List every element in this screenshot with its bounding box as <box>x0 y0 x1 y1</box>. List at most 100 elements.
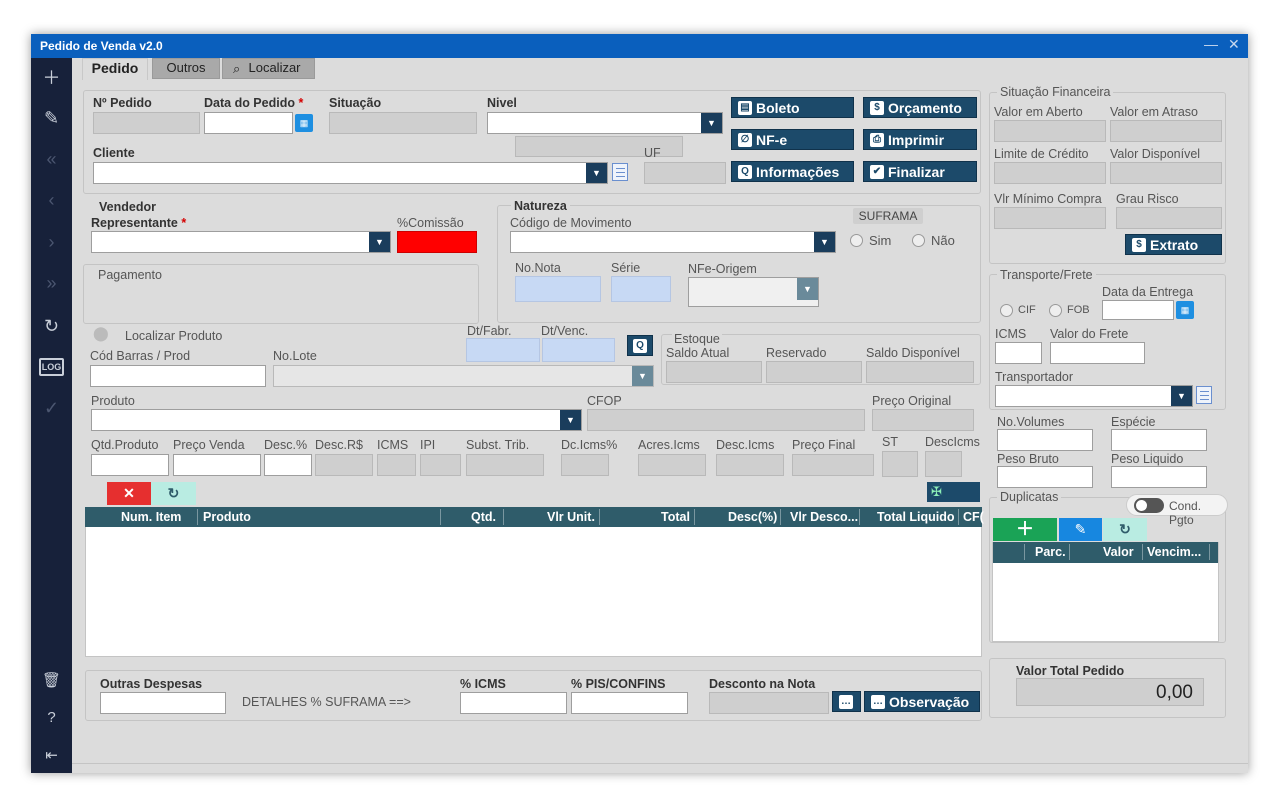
extrato-button[interactable]: $ Extrato <box>1125 234 1222 255</box>
minimize-icon[interactable]: — <box>1204 36 1218 52</box>
chevron-down-icon[interactable]: ▼ <box>369 232 390 252</box>
tab-localizar-label: Localizar <box>248 60 301 75</box>
comissao-field[interactable] <box>397 231 477 253</box>
localizar-search-icon[interactable]: ⬤ <box>93 325 109 342</box>
subst-trib-field <box>466 454 544 476</box>
cliente-select[interactable]: ▼ <box>93 162 608 184</box>
cod-barras-label: Cód Barras / Prod <box>90 349 191 363</box>
chevron-down-icon[interactable]: ▼ <box>797 278 818 300</box>
delete-item-button[interactable]: ✕ <box>107 482 151 505</box>
data-pedido-input[interactable] <box>204 112 293 134</box>
col-valor[interactable]: Valor <box>1103 545 1134 559</box>
no-nota-label: No.Nota <box>515 261 561 275</box>
acres-icms-label: Acres.Icms <box>638 438 700 452</box>
notes-icon[interactable] <box>612 163 628 181</box>
chevron-down-icon[interactable]: ▼ <box>701 113 722 133</box>
close-icon[interactable]: ✕ <box>1228 36 1240 53</box>
notes-icon[interactable] <box>1196 386 1212 404</box>
tab-outros[interactable]: Outros <box>152 58 220 79</box>
col-desc-pct[interactable]: Desc(%) <box>728 510 777 524</box>
required-mark: * <box>298 96 304 110</box>
informacoes-label: Informações <box>756 163 840 180</box>
col-vencimento[interactable]: Vencim... <box>1147 545 1201 559</box>
valor-disponivel-field <box>1110 162 1222 184</box>
produto-select[interactable]: ▼ <box>91 409 582 431</box>
log-icon[interactable]: LOG <box>31 350 72 384</box>
transportador-select[interactable]: ▼ <box>995 385 1193 407</box>
pencil-icon[interactable]: ✎ <box>31 101 72 135</box>
exit-icon[interactable]: ⇤ <box>31 738 72 772</box>
chevron-down-icon[interactable]: ▼ <box>560 410 581 430</box>
no-volumes-input[interactable] <box>997 429 1093 451</box>
previous-record-icon[interactable]: ‹ <box>31 183 72 217</box>
items-grid[interactable] <box>85 507 982 657</box>
help-icon[interactable]: ? <box>31 700 72 734</box>
calendar-icon[interactable]: ▦ <box>295 114 313 132</box>
peso-liquido-input[interactable] <box>1111 466 1207 488</box>
suframa-nao-radio[interactable] <box>912 234 925 247</box>
tab-localizar[interactable]: ⌕ Localizar <box>222 58 315 79</box>
outras-despesas-input[interactable] <box>100 692 226 714</box>
observacao-button[interactable]: … Observação <box>864 691 980 712</box>
next-record-icon[interactable]: › <box>31 225 72 259</box>
chevron-down-icon[interactable]: ▼ <box>586 163 607 183</box>
col-total[interactable]: Total <box>661 510 690 524</box>
fob-label: FOB <box>1067 304 1090 316</box>
chevron-down-icon[interactable]: ▼ <box>1171 386 1192 406</box>
tab-pedido[interactable]: Pedido <box>82 58 148 80</box>
col-qtd[interactable]: Qtd. <box>471 510 496 524</box>
nfe-origem-select[interactable]: ▼ <box>688 277 819 307</box>
no-lote-select[interactable]: ▼ <box>273 365 654 387</box>
col-total-liquido[interactable]: Total Liquido <box>877 510 955 524</box>
col-vlr-unit[interactable]: Vlr Unit. <box>547 510 595 524</box>
peso-bruto-input[interactable] <box>997 466 1093 488</box>
col-produto[interactable]: Produto <box>203 510 251 524</box>
expand-grid-button[interactable]: ✠ <box>927 482 980 502</box>
cfop-label: CFOP <box>587 394 622 408</box>
data-entrega-input[interactable] <box>1102 300 1174 320</box>
grau-risco-field <box>1116 207 1222 229</box>
suframa-sim-radio[interactable] <box>850 234 863 247</box>
cod-barras-input[interactable] <box>90 365 266 387</box>
chevron-down-icon[interactable]: ▼ <box>632 366 653 386</box>
orcamento-button[interactable]: $ Orçamento <box>863 97 977 118</box>
trash-icon[interactable]: 🗑 <box>31 663 72 697</box>
fob-radio[interactable] <box>1049 304 1062 317</box>
col-cfop[interactable]: CF( <box>963 510 984 524</box>
col-num-item[interactable]: Num. Item <box>121 510 181 524</box>
imprimir-button[interactable]: ⎙ Imprimir <box>863 129 977 150</box>
nivel-select[interactable]: ▼ <box>487 112 723 134</box>
preco-original-label: Preço Original <box>872 394 952 408</box>
desc-pct-input[interactable] <box>264 454 312 476</box>
edit-duplicata-button[interactable]: ✎ <box>1059 518 1102 541</box>
pis-confins-input[interactable] <box>571 692 688 714</box>
boleto-button[interactable]: ▤ Boleto <box>731 97 854 118</box>
qtd-produto-input[interactable] <box>91 454 169 476</box>
col-vlr-desconto[interactable]: Vlr Desco... <box>790 510 858 524</box>
nfe-button[interactable]: ∅ NF-e <box>731 129 854 150</box>
valor-frete-input[interactable] <box>1050 342 1145 364</box>
preco-venda-input[interactable] <box>173 454 261 476</box>
last-record-icon[interactable]: » <box>31 266 72 300</box>
finalizar-button[interactable]: ✔ Finalizar <box>863 161 977 182</box>
refresh-icon[interactable]: ↻ <box>31 309 72 343</box>
pct-icms-input[interactable] <box>460 692 567 714</box>
calendar-icon[interactable]: ▦ <box>1176 301 1194 319</box>
refresh-duplicata-button[interactable]: ↻ <box>1103 518 1147 541</box>
comment-button[interactable]: … <box>832 691 861 712</box>
chevron-down-icon[interactable]: ▼ <box>814 232 835 252</box>
lote-search-button[interactable]: Q <box>627 335 653 356</box>
transporte-icms-input[interactable] <box>995 342 1042 364</box>
first-record-icon[interactable]: « <box>31 142 72 176</box>
refresh-item-button[interactable]: ↻ <box>151 482 196 505</box>
plus-icon[interactable]: ＋ <box>31 60 72 94</box>
especie-input[interactable] <box>1111 429 1207 451</box>
add-duplicata-button[interactable]: ＋ <box>993 518 1057 541</box>
cond-pgto-toggle[interactable]: Cond. Pgto <box>1126 494 1228 527</box>
informacoes-button[interactable]: Q Informações <box>731 161 854 182</box>
cif-radio[interactable] <box>1000 304 1013 317</box>
check-icon[interactable]: ✓ <box>31 391 72 425</box>
codigo-movimento-select[interactable]: ▼ <box>510 231 836 253</box>
representante-select[interactable]: ▼ <box>91 231 391 253</box>
col-parcela[interactable]: Parc. <box>1035 545 1066 559</box>
